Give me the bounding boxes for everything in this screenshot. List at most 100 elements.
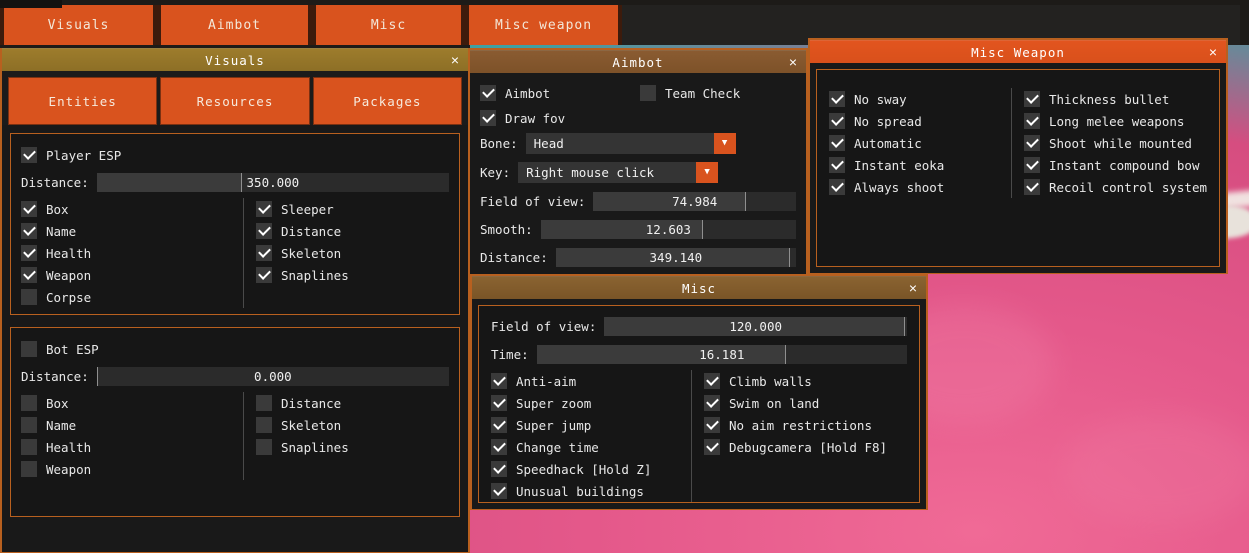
subtab-resources[interactable]: Resources [160,77,310,125]
draw-fov-checkbox[interactable] [480,110,496,126]
visuals-title-bar[interactable]: Visuals × [2,48,468,71]
distance-checkbox[interactable] [256,223,272,239]
aimbot-toggle-row[interactable]: Aimbot [480,82,640,104]
no-spread-checkbox[interactable] [829,113,845,129]
automatic-checkbox[interactable] [829,135,845,151]
bot-esp-distance-slider[interactable]: 0.000 [96,366,449,386]
bot-skeleton-checkbox[interactable] [256,417,272,433]
team-check-row[interactable]: Team Check [640,82,740,104]
list-item[interactable]: Skeleton [256,242,349,264]
close-icon[interactable]: × [909,281,918,295]
aimbot-smooth-slider[interactable]: 12.603 [540,219,796,239]
list-item[interactable]: Shoot while mounted [1023,132,1207,154]
bot-esp-toggle-row[interactable]: Bot ESP [21,338,449,360]
tab-misc[interactable]: Misc [312,5,465,45]
draw-fov-row[interactable]: Draw fov [480,105,796,131]
list-item[interactable]: Box [21,198,243,220]
list-item[interactable]: Super zoom [491,392,691,414]
aimbot-checkbox[interactable] [480,85,496,101]
climb-walls-checkbox[interactable] [704,373,720,389]
snaplines-checkbox[interactable] [256,267,272,283]
no-sway-checkbox[interactable] [829,91,845,107]
list-item[interactable]: Sleeper [256,198,349,220]
corpse-checkbox[interactable] [21,289,37,305]
list-item[interactable]: Instant compound bow [1023,154,1207,176]
bot-esp-checkbox[interactable] [21,341,37,357]
tab-aimbot[interactable]: Aimbot [157,5,312,45]
subtab-entities[interactable]: Entities [8,77,158,125]
instant-compound-bow-checkbox[interactable] [1023,157,1040,173]
list-item[interactable]: Distance [256,220,349,242]
no-aim-restrictions-checkbox[interactable] [704,417,720,433]
speedhack-checkbox[interactable] [491,461,507,477]
list-item[interactable]: Thickness bullet [1023,88,1207,110]
super-zoom-checkbox[interactable] [491,395,507,411]
super-jump-checkbox[interactable] [491,417,507,433]
list-item[interactable]: Debugcamera [Hold F8] [704,436,887,458]
health-checkbox[interactable] [21,245,37,261]
list-item[interactable]: Super jump [491,414,691,436]
tab-visuals[interactable]: Visuals [0,5,157,45]
list-item[interactable]: Health [21,242,243,264]
bot-box-checkbox[interactable] [21,395,37,411]
misc-weapon-title-bar[interactable]: Misc Weapon × [810,40,1226,63]
list-item[interactable]: No spread [829,110,1011,132]
list-item[interactable]: Recoil control system [1023,176,1207,198]
list-item[interactable]: Distance [256,392,349,414]
list-item[interactable]: Instant eoka [829,154,1011,176]
recoil-control-system-checkbox[interactable] [1023,179,1040,195]
shoot-while-mounted-checkbox[interactable] [1023,135,1040,151]
list-item[interactable]: Change time [491,436,691,458]
list-item[interactable]: Automatic [829,132,1011,154]
subtab-packages[interactable]: Packages [312,77,462,125]
list-item[interactable]: Name [21,414,243,436]
aimbot-fov-slider[interactable]: 74.984 [593,191,796,211]
list-item[interactable]: Snaplines [256,436,349,458]
bone-dropdown[interactable]: Head ▼ [525,132,736,154]
list-item[interactable]: Climb walls [704,370,887,392]
bot-name-checkbox[interactable] [21,417,37,433]
list-item[interactable]: Snaplines [256,264,349,286]
player-esp-distance-slider[interactable]: 350.000 [96,172,449,192]
aimbot-distance-slider[interactable]: 349.140 [555,247,796,267]
key-dropdown[interactable]: Right mouse click ▼ [518,161,719,183]
tab-misc-weapon[interactable]: Misc weapon [465,5,622,45]
misc-fov-slider[interactable]: 120.000 [604,316,907,336]
anti-aim-checkbox[interactable] [491,373,507,389]
always-shoot-checkbox[interactable] [829,179,845,195]
list-item[interactable]: Skeleton [256,414,349,436]
close-icon[interactable]: × [1209,45,1218,59]
thickness-bullet-checkbox[interactable] [1023,91,1040,107]
chevron-down-icon[interactable]: ▼ [713,132,736,154]
swim-on-land-checkbox[interactable] [704,395,720,411]
long-melee-weapons-checkbox[interactable] [1023,113,1040,129]
bot-weapon-checkbox[interactable] [21,461,37,477]
unusual-buildings-checkbox[interactable] [491,483,507,499]
list-item[interactable]: Speedhack [Hold Z] [491,458,691,480]
close-icon[interactable]: × [451,53,460,67]
aimbot-title-bar[interactable]: Aimbot × [470,50,806,73]
list-item[interactable]: Name [21,220,243,242]
close-icon[interactable]: × [789,55,798,69]
chevron-down-icon[interactable]: ▼ [696,161,719,183]
list-item[interactable]: Always shoot [829,176,1011,198]
list-item[interactable]: Long melee weapons [1023,110,1207,132]
list-item[interactable]: Anti-aim [491,370,691,392]
bot-distance-checkbox[interactable] [256,395,272,411]
debugcamera-checkbox[interactable] [704,439,720,455]
list-item[interactable]: Weapon [21,458,243,480]
list-item[interactable]: No sway [829,88,1011,110]
name-checkbox[interactable] [21,223,37,239]
list-item[interactable]: Unusual buildings [491,480,691,502]
list-item[interactable]: No aim restrictions [704,414,887,436]
list-item[interactable]: Swim on land [704,392,887,414]
bot-health-checkbox[interactable] [21,439,37,455]
sleeper-checkbox[interactable] [256,201,272,217]
skeleton-checkbox[interactable] [256,245,272,261]
weapon-checkbox[interactable] [21,267,37,283]
list-item[interactable]: Health [21,436,243,458]
box-checkbox[interactable] [21,201,37,217]
team-check-checkbox[interactable] [640,85,656,101]
bot-snaplines-checkbox[interactable] [256,439,272,455]
player-esp-toggle-row[interactable]: Player ESP [21,144,449,166]
